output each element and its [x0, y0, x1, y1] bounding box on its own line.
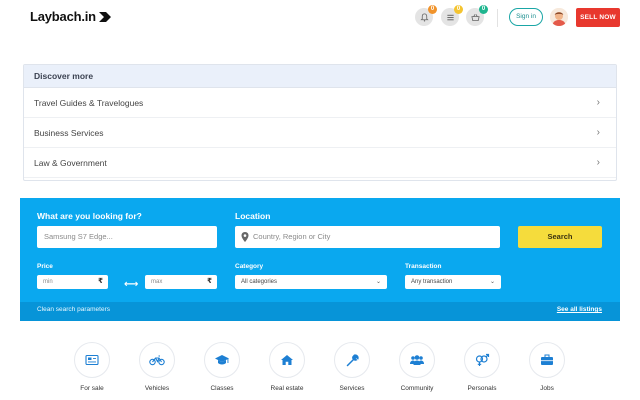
- category-icon-circle: [334, 342, 370, 378]
- notifications-button[interactable]: 0: [415, 5, 437, 26]
- category-classes[interactable]: Classes: [192, 342, 252, 392]
- for-sale-icon: [85, 354, 99, 366]
- wrench-icon: [346, 353, 359, 366]
- gender-icon: [475, 353, 490, 366]
- header-divider: [497, 9, 498, 27]
- home-icon: [281, 355, 293, 365]
- category-label: Vehicles: [144, 385, 170, 392]
- basket-icon: [470, 13, 480, 21]
- discover-item-label: Business Services: [34, 128, 104, 138]
- location-label: Location: [235, 211, 271, 221]
- logo-arrow-icon: [98, 11, 111, 22]
- price-max-input[interactable]: max ₹: [145, 275, 217, 289]
- discover-panel: Discover more Travel Guides & Travelogue…: [23, 64, 617, 181]
- category-label: Category: [235, 263, 264, 270]
- rupee-icon: ₹: [98, 278, 103, 285]
- site-logo[interactable]: Laybach.in: [30, 9, 111, 24]
- discover-item-law[interactable]: Law & Government ›: [24, 148, 616, 178]
- list-icon: [446, 14, 454, 20]
- category-icon-circle: [74, 342, 110, 378]
- category-icon-circle: [399, 342, 435, 378]
- category-for-sale[interactable]: For sale: [62, 342, 122, 392]
- see-all-listings-link[interactable]: See all listings: [557, 306, 602, 313]
- clean-search-link[interactable]: Clean search parameters: [37, 306, 110, 313]
- category-real-estate[interactable]: Real estate: [257, 342, 317, 392]
- category-community[interactable]: Community: [387, 342, 447, 392]
- location-input[interactable]: Country, Region or City: [235, 226, 500, 248]
- list-count-badge: 0: [454, 5, 463, 14]
- category-value: All categories: [241, 279, 278, 285]
- discover-item-label: Travel Guides & Travelogues: [34, 98, 144, 108]
- chevron-down-icon: ⌄: [375, 279, 381, 285]
- category-icon-circle: [139, 342, 175, 378]
- price-max-placeholder: max: [151, 279, 163, 285]
- cart-button[interactable]: 0: [466, 5, 488, 26]
- category-label: For sale: [80, 385, 104, 392]
- logo-text: Laybach.in: [30, 9, 96, 24]
- category-label: Community: [400, 385, 434, 392]
- avatar[interactable]: [550, 8, 568, 26]
- chevron-right-icon: ›: [596, 157, 600, 168]
- transaction-select[interactable]: Any transaction ⌄: [405, 275, 501, 289]
- notifications-count-badge: 0: [428, 5, 437, 14]
- location-pin-icon: [241, 232, 249, 242]
- price-min-input[interactable]: min ₹: [37, 275, 108, 289]
- category-jobs[interactable]: Jobs: [517, 342, 577, 392]
- chevron-right-icon: ›: [596, 97, 600, 108]
- bell-icon: [419, 12, 429, 22]
- rupee-icon: ₹: [207, 278, 212, 285]
- category-icon-circle: [464, 342, 500, 378]
- search-panel: What are you looking for? Samsung S7 Edg…: [20, 198, 620, 321]
- graduation-cap-icon: [215, 355, 229, 365]
- discover-title: Discover more: [24, 65, 616, 88]
- category-select[interactable]: All categories ⌄: [235, 275, 387, 289]
- location-placeholder: Country, Region or City: [253, 232, 331, 241]
- transaction-label: Transaction: [405, 263, 442, 270]
- users-icon: [410, 355, 424, 365]
- transaction-value: Any transaction: [411, 279, 453, 285]
- list-button[interactable]: 0: [441, 5, 463, 26]
- signin-button[interactable]: Sign in: [509, 8, 543, 26]
- what-label: What are you looking for?: [37, 211, 142, 221]
- discover-item-label: Law & Government: [34, 158, 107, 168]
- category-label: Services: [339, 385, 365, 392]
- discover-item-business[interactable]: Business Services ›: [24, 118, 616, 148]
- search-button[interactable]: Search: [518, 226, 602, 248]
- category-personals[interactable]: Personals: [452, 342, 512, 392]
- price-label: Price: [37, 263, 53, 270]
- discover-item-travel[interactable]: Travel Guides & Travelogues ›: [24, 88, 616, 118]
- user-avatar-icon: [550, 8, 568, 26]
- briefcase-icon: [541, 354, 553, 365]
- category-icon-circle: [529, 342, 565, 378]
- search-footer: Clean search parameters See all listings: [20, 302, 620, 321]
- category-vehicles[interactable]: Vehicles: [127, 342, 187, 392]
- price-min-placeholder: min: [43, 279, 53, 285]
- motorbike-icon: [149, 355, 165, 366]
- cart-count-badge: 0: [479, 5, 488, 14]
- category-icon-circle: [269, 342, 305, 378]
- chevron-down-icon: ⌄: [489, 279, 495, 285]
- sell-now-button[interactable]: SELL NOW: [576, 8, 620, 27]
- category-label: Jobs: [540, 385, 554, 392]
- category-label: Classes: [210, 385, 234, 392]
- site-header: Laybach.in 0 0 0 Sign in SELL NOW: [0, 0, 640, 36]
- category-services[interactable]: Services: [322, 342, 382, 392]
- category-icon-circle: [204, 342, 240, 378]
- category-label: Real estate: [270, 385, 304, 392]
- chevron-right-icon: ›: [596, 127, 600, 138]
- category-label: Personals: [467, 385, 497, 392]
- range-arrows-icon: ⟷: [124, 279, 139, 290]
- keyword-search-input[interactable]: Samsung S7 Edge...: [37, 226, 217, 248]
